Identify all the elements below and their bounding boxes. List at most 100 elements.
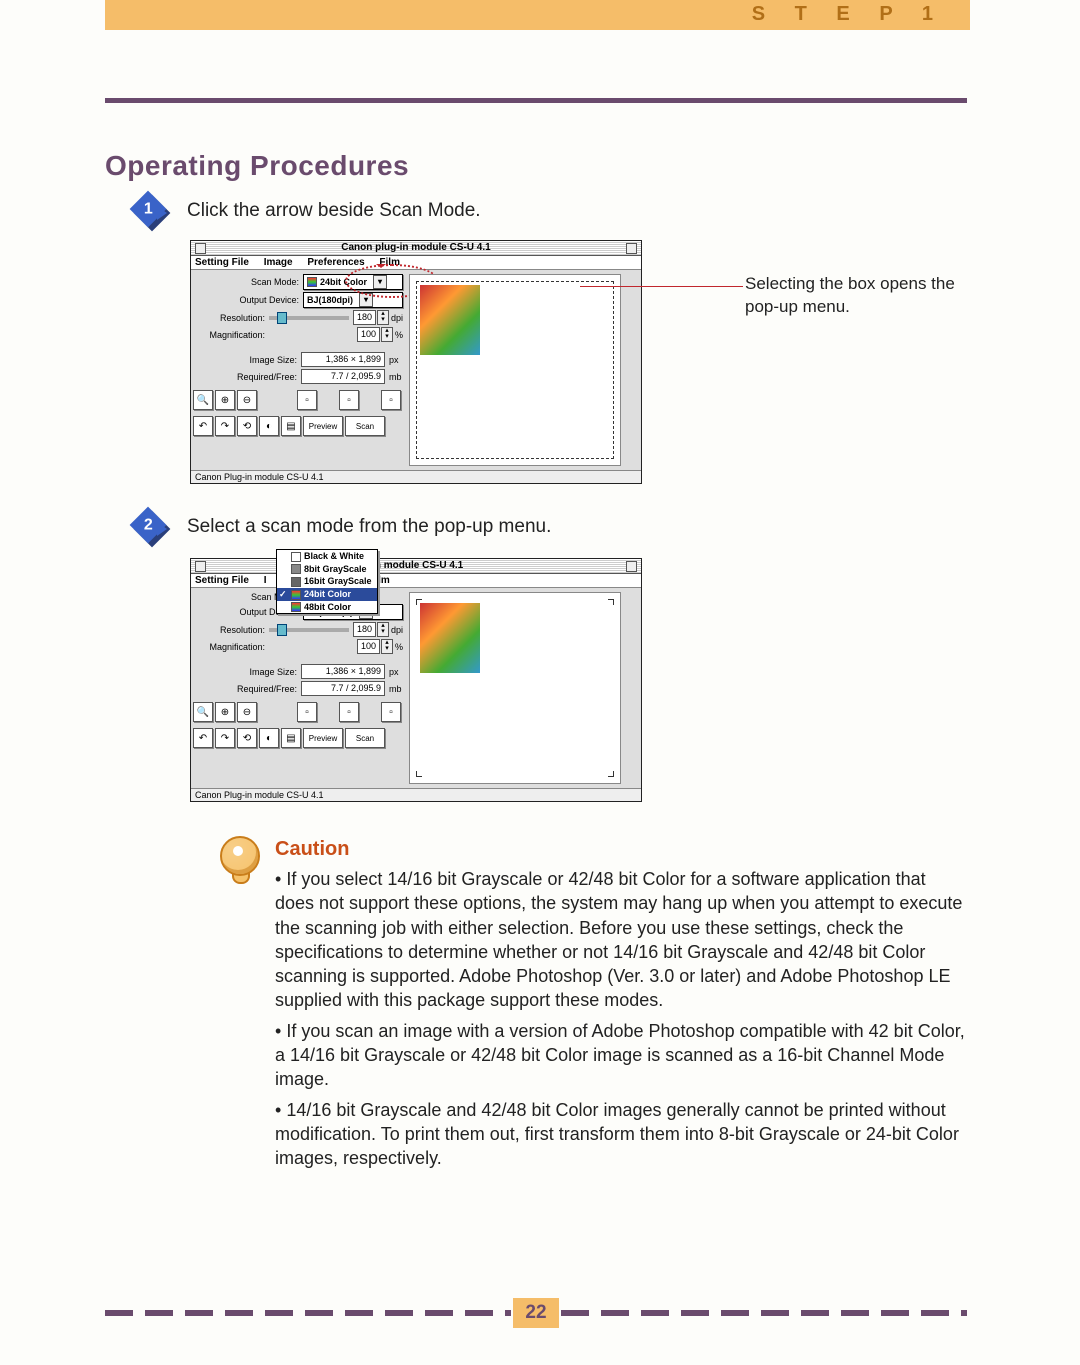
corner-mark-icon (608, 771, 614, 777)
mirror-icon[interactable]: ⟲ (237, 416, 257, 436)
caution-bullet-2: If you scan an image with a version of A… (275, 1019, 967, 1092)
magnification-unit: % (395, 330, 403, 340)
magnification-input[interactable]: 100 (357, 327, 380, 342)
zoom-toolbar: 🔍 ⊕ ⊖ ▫ ▫ ▫ (193, 702, 403, 722)
chevron-down-icon[interactable]: ▾ (359, 293, 373, 307)
crop-icon[interactable]: ▫ (381, 702, 401, 722)
chevron-down-icon[interactable]: ▾ (373, 275, 387, 289)
histogram-icon[interactable]: ▤ (281, 416, 301, 436)
window-titlebar-2: -in module CS-U 4.1 (191, 559, 641, 574)
resolution-label: Resolution: (193, 313, 269, 323)
zoom-actual-icon[interactable]: ⊕ (215, 702, 235, 722)
popup-item-16bit-gray[interactable]: 16bit GrayScale (277, 575, 377, 588)
menu-setting-file[interactable]: Setting File (195, 257, 249, 268)
resolution-stepper[interactable]: ▴▾ (377, 310, 389, 325)
scan-button[interactable]: Scan (345, 728, 385, 748)
caution-block: Caution If you select 14/16 bit Grayscal… (105, 836, 967, 1177)
histogram-icon[interactable]: ▤ (281, 728, 301, 748)
tone-icon[interactable]: ◐ (259, 416, 279, 436)
popup-item-8bit-gray[interactable]: 8bit GrayScale (277, 563, 377, 576)
action-toolbar: ↶ ↷ ⟲ ◐ ▤ Preview Scan (193, 416, 403, 436)
window-title-2: -in module CS-U 4.1 (369, 560, 463, 571)
zoom-out-icon[interactable]: ⊖ (237, 702, 257, 722)
footer-dash-left (105, 1310, 511, 1316)
resolution-stepper[interactable]: ▴▾ (377, 622, 389, 637)
callout-text: Selecting the box opens the pop-up menu. (745, 273, 985, 319)
magnification-label: Magnification: (193, 330, 269, 340)
divider (105, 98, 967, 103)
rotate-left-icon[interactable]: ↶ (193, 728, 213, 748)
auto-icon[interactable]: ▫ (339, 390, 359, 410)
step-label: S T E P 1 (752, 3, 945, 26)
mirror-icon[interactable]: ⟲ (237, 728, 257, 748)
zoom-in-icon[interactable]: 🔍 (193, 702, 213, 722)
caution-heading: Caution (275, 836, 967, 863)
crop-icon[interactable]: ▫ (381, 390, 401, 410)
zoom-icon[interactable] (626, 243, 637, 254)
color-swatch-icon (307, 277, 317, 287)
screenshot-1: Canon plug-in module CS-U 4.1 Setting Fi… (190, 240, 967, 484)
output-device-combo[interactable]: BJ(180dpi) ▾ (303, 292, 403, 308)
menu-setting-file[interactable]: Setting File (195, 575, 249, 586)
scan-button[interactable]: Scan (345, 416, 385, 436)
footer-dash-right (561, 1310, 967, 1316)
caution-icon (220, 836, 260, 884)
auto-icon[interactable]: ▫ (339, 702, 359, 722)
popup-item-48bit-color[interactable]: 48bit Color (277, 601, 377, 614)
zoom-out-icon[interactable]: ⊖ (237, 390, 257, 410)
required-free-value: 7.7 / 2,095.9 (301, 681, 385, 696)
required-free-value: 7.7 / 2,095.9 (301, 369, 385, 384)
zoom-toolbar: 🔍 ⊕ ⊖ ▫ ▫ ▫ (193, 390, 403, 410)
zoom-icon[interactable] (626, 561, 637, 572)
rotate-right-icon[interactable]: ↷ (215, 416, 235, 436)
zoom-actual-icon[interactable]: ⊕ (215, 390, 235, 410)
close-icon[interactable] (195, 561, 206, 572)
preview-area-2[interactable] (409, 592, 621, 784)
rotate-left-icon[interactable]: ↶ (193, 416, 213, 436)
step-2-badge: 2 (135, 512, 169, 546)
callout-arrow-down-icon (376, 264, 386, 268)
corner-mark-icon (416, 771, 422, 777)
preview-button[interactable]: Preview (303, 728, 343, 748)
resolution-input[interactable]: 180 (353, 310, 376, 325)
menu-preferences[interactable]: Preferences (307, 257, 364, 268)
magnification-label: Magnification: (193, 642, 269, 652)
menu-image[interactable]: Image (264, 257, 293, 268)
resolution-input[interactable]: 180 (353, 622, 376, 637)
preview-area[interactable] (409, 274, 621, 466)
screenshot-2: Black & White 8bit GrayScale 16bit GrayS… (190, 558, 967, 802)
step-2: 2 Select a scan mode from the pop-up men… (105, 512, 967, 546)
rotate-right-icon[interactable]: ↷ (215, 728, 235, 748)
menubar-2: Setting File I Film (191, 574, 641, 588)
magnification-input[interactable]: 100 (357, 639, 380, 654)
preview-thumbnail (420, 603, 480, 673)
popup-item-24bit-color[interactable]: 24bit Color (277, 588, 377, 601)
magnification-stepper[interactable]: ▴▾ (381, 327, 393, 342)
tone-icon[interactable]: ◐ (259, 728, 279, 748)
window-title: Canon plug-in module CS-U 4.1 (341, 242, 490, 253)
image-size-label: Image Size: (225, 667, 301, 677)
preview-button[interactable]: Preview (303, 416, 343, 436)
caution-bullet-3: 14/16 bit Grayscale and 42/48 bit Color … (275, 1098, 967, 1171)
resolution-slider[interactable] (269, 316, 349, 320)
step-1-badge: 1 (135, 196, 169, 230)
image-size-label: Image Size: (225, 355, 301, 365)
footer: 22 (105, 1298, 967, 1328)
status-bar-2: Canon Plug-in module CS-U 4.1 (191, 788, 641, 801)
scan-mode-popup[interactable]: Black & White 8bit GrayScale 16bit GrayS… (276, 549, 378, 614)
magnification-stepper[interactable]: ▴▾ (381, 639, 393, 654)
fit-icon[interactable]: ▫ (297, 702, 317, 722)
close-icon[interactable] (195, 243, 206, 254)
step-2-text: Select a scan mode from the pop-up menu. (187, 512, 551, 538)
action-toolbar: ↶ ↷ ⟲ ◐ ▤ Preview Scan (193, 728, 403, 748)
zoom-in-icon[interactable]: 🔍 (193, 390, 213, 410)
fit-icon[interactable]: ▫ (297, 390, 317, 410)
scan-mode-combo[interactable]: 24bit Color ▾ (303, 274, 403, 290)
popup-item-bw[interactable]: Black & White (277, 550, 377, 563)
resolution-label: Resolution: (193, 625, 269, 635)
resolution-slider[interactable] (269, 628, 349, 632)
status-bar: Canon Plug-in module CS-U 4.1 (191, 470, 641, 483)
window-titlebar: Canon plug-in module CS-U 4.1 (191, 241, 641, 256)
required-free-label: Required/Free: (225, 372, 301, 382)
menu-image-partial[interactable]: I (264, 575, 267, 586)
